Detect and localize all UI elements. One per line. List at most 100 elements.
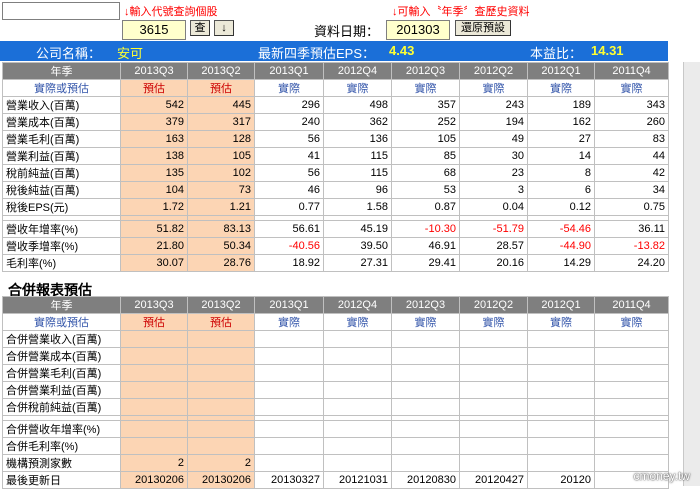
data-cell <box>323 364 392 382</box>
cell-selector-box[interactable] <box>2 2 120 20</box>
data-cell: -40.56 <box>254 237 324 255</box>
data-cell: 41 <box>254 147 324 165</box>
data-cell: 1.72 <box>120 198 188 216</box>
data-cell <box>527 381 595 399</box>
data-cell <box>391 364 460 382</box>
data-cell <box>254 364 324 382</box>
forecast-type-cell: 實際 <box>594 79 669 97</box>
table-row: 營業利益(百萬) 138 105 41 115 85 30 14 44 <box>2 147 669 165</box>
data-cell: -10.30 <box>391 220 460 238</box>
data-cell <box>391 347 460 365</box>
table-header-row: 年季 2013Q3 2013Q2 2013Q1 2012Q4 2012Q3 2012Q2 20… <box>2 62 669 80</box>
table-row: 營收年增率(%) 51.82 83.13 56.61 45.19 -10.30 -51.79… <box>2 220 669 238</box>
data-cell: 194 <box>459 113 528 131</box>
data-cell <box>254 398 324 416</box>
forecast-type-cell: 實際 <box>254 313 324 331</box>
data-cell <box>254 437 324 455</box>
data-cell <box>594 364 669 382</box>
table-row: 營業成本(百萬) 379 317 240 362 252 194 162 260 <box>2 113 669 131</box>
forecast-type-cell: 實際 <box>254 79 324 97</box>
forecast-type-cell: 實際 <box>527 79 595 97</box>
data-cell <box>527 420 595 438</box>
data-cell: 56 <box>254 164 324 182</box>
data-cell: 240 <box>254 113 324 131</box>
forecast-type-cell: 預估 <box>187 313 255 331</box>
data-cell: 2 <box>187 454 255 472</box>
data-cell: 46 <box>254 181 324 199</box>
data-cell: 128 <box>187 130 255 148</box>
pe-value: 14.31 <box>591 43 624 58</box>
data-cell: 68 <box>391 164 460 182</box>
hint-code-text: ↓輸入代號查詢個股 <box>124 6 218 18</box>
data-cell: 49 <box>459 130 528 148</box>
data-cell <box>459 454 528 472</box>
data-cell <box>120 364 188 382</box>
data-cell <box>120 437 188 455</box>
forecast-type-cell: 實際 <box>323 313 392 331</box>
table-row: 營業毛利(百萬) 163 128 56 136 105 49 27 83 <box>2 130 669 148</box>
data-cell: 21.80 <box>120 237 188 255</box>
data-cell: 445 <box>187 96 255 114</box>
header-label: 年季 <box>2 296 121 314</box>
data-cell: 45.19 <box>323 220 392 238</box>
data-cell: 163 <box>120 130 188 148</box>
data-cell: 1.21 <box>187 198 255 216</box>
vertical-scrollbar[interactable] <box>683 62 700 486</box>
column-header: 2012Q3 <box>391 62 460 80</box>
query-button[interactable]: 查 <box>190 20 210 36</box>
data-cell <box>120 398 188 416</box>
row-label: 合併營業毛利(百萬) <box>2 364 121 382</box>
data-cell: 317 <box>187 113 255 131</box>
row-label: 合併營業收入(百萬) <box>2 330 121 348</box>
data-cell <box>254 347 324 365</box>
table-row: 稅後EPS(元) 1.72 1.21 0.77 1.58 0.87 0.04 0.12 0.75 <box>2 198 669 216</box>
table-row: 稅前純益(百萬) 135 102 56 115 68 23 8 42 <box>2 164 669 182</box>
summary-bar: 公司名稱： 安可 最新四季預估EPS： 4.43 本益比： 14.31 <box>0 41 668 61</box>
data-cell <box>594 398 669 416</box>
data-cell: 6 <box>527 181 595 199</box>
forecast-table: 年季 2013Q3 2013Q2 2013Q1 2012Q4 2012Q3 2012Q2 20… <box>2 62 669 272</box>
data-cell <box>187 420 255 438</box>
data-cell: 189 <box>527 96 595 114</box>
data-cell: 343 <box>594 96 669 114</box>
data-cell: 56.61 <box>254 220 324 238</box>
down-button[interactable]: ↓ <box>214 20 234 36</box>
data-cell <box>254 381 324 399</box>
row-label: 合併營業利益(百萬) <box>2 381 121 399</box>
data-cell <box>323 398 392 416</box>
row-label: 合併營業成本(百萬) <box>2 347 121 365</box>
subheader-label: 實際或預估 <box>2 79 121 97</box>
row-label: 合併營收年增率(%) <box>2 420 121 438</box>
data-cell: 105 <box>187 147 255 165</box>
row-label: 合併毛利率(%) <box>2 437 121 455</box>
forecast-type-cell: 實際 <box>594 313 669 331</box>
data-cell <box>254 454 324 472</box>
restore-default-button[interactable]: 還原預設 <box>455 20 511 36</box>
data-cell <box>187 398 255 416</box>
data-cell <box>527 454 595 472</box>
data-cell: 14 <box>527 147 595 165</box>
data-cell <box>323 437 392 455</box>
column-header: 2012Q3 <box>391 296 460 314</box>
data-cell: 30.07 <box>120 254 188 272</box>
forecast-type-cell: 預估 <box>187 79 255 97</box>
table-row: 合併營業收入(百萬) <box>2 330 669 348</box>
date-input[interactable]: 201303 <box>386 20 450 40</box>
data-cell: 42 <box>594 164 669 182</box>
data-cell <box>459 437 528 455</box>
data-cell <box>391 420 460 438</box>
data-cell: 28.76 <box>187 254 255 272</box>
column-header: 2012Q2 <box>459 296 528 314</box>
data-cell: 29.41 <box>391 254 460 272</box>
column-header: 2012Q2 <box>459 62 528 80</box>
watermark-text: cmoney.tw <box>633 469 690 483</box>
stock-code-input[interactable]: 3615 <box>122 20 186 40</box>
table-row: 營業收入(百萬) 542 445 296 498 357 243 189 343 <box>2 96 669 114</box>
row-label: 營業收入(百萬) <box>2 96 121 114</box>
data-cell <box>323 420 392 438</box>
table-row: 合併毛利率(%) <box>2 437 669 455</box>
data-cell <box>459 398 528 416</box>
row-label: 營業毛利(百萬) <box>2 130 121 148</box>
forecast-type-cell: 預估 <box>120 79 188 97</box>
data-cell: 498 <box>323 96 392 114</box>
